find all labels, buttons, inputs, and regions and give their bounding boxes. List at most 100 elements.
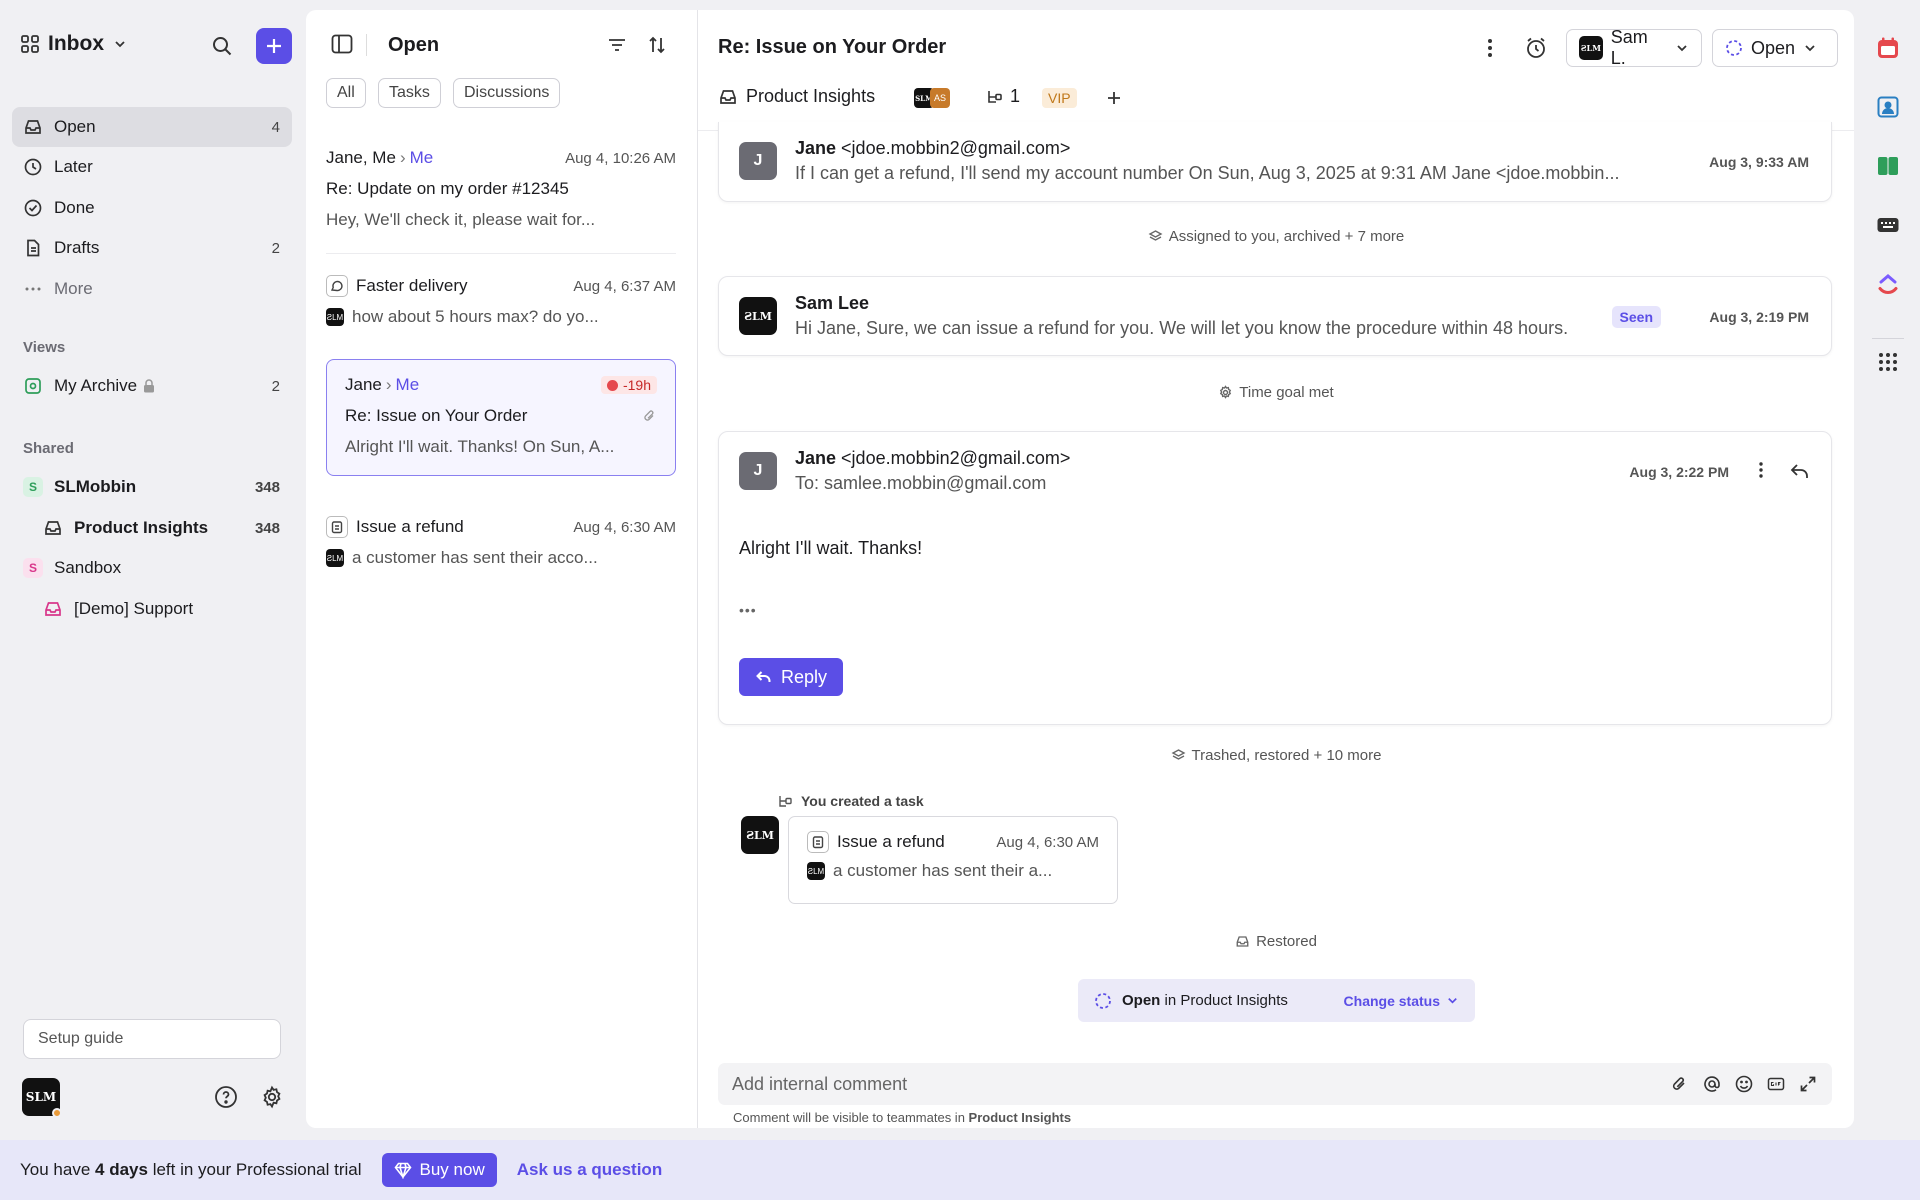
team-inbox-product-insights[interactable]: Product Insights 348 xyxy=(12,508,292,548)
expand-icon[interactable] xyxy=(1798,1074,1818,1094)
participant-avatar: AS xyxy=(930,88,950,108)
vip-tag-label: VIP xyxy=(1042,88,1077,108)
conversation-subject: Re: Update on my order #12345 xyxy=(326,179,569,198)
contacts-app[interactable] xyxy=(1876,95,1900,119)
activity-text: Time goal met xyxy=(1239,384,1334,401)
sender-name: Sam Lee xyxy=(795,293,870,313)
filter-tasks[interactable]: Tasks xyxy=(378,78,441,108)
compose-button[interactable] xyxy=(256,28,292,64)
nav-label: More xyxy=(54,279,93,298)
layers-icon xyxy=(1171,748,1186,763)
team-badge-letter: S xyxy=(23,477,43,497)
sender-avatar: J xyxy=(739,452,777,490)
message-collapsed[interactable]: ƧLM Sam Lee Hi Jane, Sure, we can issue … xyxy=(718,276,1832,356)
filter-discussions[interactable]: Discussions xyxy=(453,78,561,108)
conversation-item[interactable]: Issue a refund Aug 4, 6:30 AM ƧLM a cust… xyxy=(326,515,676,570)
activity-event[interactable]: Trashed, restored + 10 more xyxy=(698,747,1854,764)
workspace-switcher[interactable]: Inbox xyxy=(20,32,128,56)
nav-label: Sandbox xyxy=(54,558,122,577)
nav-open[interactable]: Open 4 xyxy=(12,107,292,147)
more-vertical-icon xyxy=(1478,36,1502,60)
nav-count: 2 xyxy=(271,377,280,395)
sender-line: Jane <jdoe.mobbin2@gmail.com> xyxy=(795,138,1070,159)
toggle-sidebar-button[interactable] xyxy=(330,32,354,56)
task-title: Issue a refund xyxy=(837,832,945,851)
filter-all[interactable]: All xyxy=(326,78,366,108)
conversation-item-selected[interactable]: Jane › Me -19h Re: Issue on Your Order A… xyxy=(326,359,676,476)
more-options-button[interactable] xyxy=(1478,36,1502,60)
gear-icon xyxy=(260,1085,284,1109)
sidebar: Inbox Open 4 Later Done Drafts 2 More Vi… xyxy=(0,0,305,1140)
inbox-icon xyxy=(42,598,64,620)
team-inbox-tag[interactable]: Product Insights xyxy=(718,86,875,107)
help-button[interactable] xyxy=(208,1079,244,1115)
gif-icon[interactable] xyxy=(1766,1074,1786,1094)
notes-app[interactable] xyxy=(1876,154,1900,178)
reply-label: Reply xyxy=(781,666,828,687)
emoji-icon[interactable] xyxy=(1734,1074,1754,1094)
conversation-item[interactable]: Jane, Me › Me Aug 4, 10:26 AM Re: Update… xyxy=(326,146,676,232)
keyboard-shortcuts-app[interactable] xyxy=(1876,213,1900,237)
vip-tag[interactable]: VIP xyxy=(1042,88,1077,108)
chevron-down-icon xyxy=(1675,41,1689,55)
sort-button[interactable] xyxy=(646,34,668,56)
nav-later[interactable]: Later xyxy=(12,147,292,187)
attachment-icon xyxy=(643,409,657,423)
comment-toolbar xyxy=(1670,1074,1818,1094)
conversation-from: Jane, Me xyxy=(326,148,396,167)
team-inbox-demo-support[interactable]: [Demo] Support xyxy=(12,589,292,629)
comment-note-team: Product Insights xyxy=(968,1110,1072,1125)
nav-label: [Demo] Support xyxy=(74,599,194,618)
status-dropdown[interactable]: Open xyxy=(1712,29,1838,67)
sender-name: Jane xyxy=(795,448,837,468)
plus-icon xyxy=(1104,88,1124,108)
participants-stack[interactable]: SLM AS xyxy=(914,88,950,108)
attachment-icon[interactable] xyxy=(1670,1074,1690,1094)
conversation-item[interactable]: Faster delivery Aug 4, 6:37 AM ƧLM how a… xyxy=(326,274,676,329)
change-status-button[interactable]: Change status xyxy=(1344,993,1459,1009)
actor-avatar: ƧLM xyxy=(741,816,779,854)
message-reply-button[interactable] xyxy=(1789,460,1811,482)
chevron-right-icon: › xyxy=(399,148,406,167)
filter-button[interactable] xyxy=(606,34,628,56)
team-slmobbin[interactable]: S SLMobbin 348 xyxy=(12,467,292,507)
message-collapsed[interactable]: J Jane <jdoe.mobbin2@gmail.com> If I can… xyxy=(718,122,1832,202)
task-card[interactable]: Issue a refund Aug 4, 6:30 AM ƧLM a cust… xyxy=(788,816,1118,904)
check-circle-icon xyxy=(22,197,44,219)
view-my-archive[interactable]: My Archive 2 xyxy=(12,366,292,406)
ask-question-link[interactable]: Ask us a question xyxy=(517,1160,662,1180)
add-tag-button[interactable] xyxy=(1104,88,1124,108)
chevron-down-icon xyxy=(112,36,128,52)
sender-name: Jane xyxy=(795,138,837,158)
nav-done[interactable]: Done xyxy=(12,188,292,228)
clickup-app[interactable] xyxy=(1876,272,1900,296)
linked-tasks[interactable]: 1 xyxy=(986,86,1020,107)
activity-event[interactable]: Assigned to you, archived + 7 more xyxy=(698,228,1854,245)
conversation-status-bar: Open in Product Insights Change status xyxy=(1078,979,1475,1022)
team-sandbox[interactable]: S Sandbox xyxy=(12,548,292,588)
show-quoted-button[interactable]: ••• xyxy=(739,602,757,618)
assignee-dropdown[interactable]: ƧLM Sam L. xyxy=(1566,27,1702,68)
nav-label: My Archive xyxy=(54,376,138,395)
plus-icon xyxy=(264,36,284,56)
team-badge: S xyxy=(22,557,44,579)
internal-comment-input[interactable]: Add internal comment xyxy=(718,1063,1832,1105)
snooze-button[interactable] xyxy=(1524,36,1548,60)
app-launcher[interactable] xyxy=(1876,350,1900,374)
settings-button[interactable] xyxy=(254,1079,290,1115)
nav-drafts[interactable]: Drafts 2 xyxy=(12,228,292,268)
mention-icon[interactable] xyxy=(1702,1074,1722,1094)
conversation-preview: a customer has sent their acco... xyxy=(352,548,598,567)
task-link-icon xyxy=(778,794,793,809)
conversation-from: Issue a refund xyxy=(356,517,464,536)
help-icon xyxy=(214,1085,238,1109)
setup-guide-button[interactable]: Setup guide xyxy=(23,1019,281,1059)
nav-more[interactable]: More xyxy=(12,269,292,309)
calendar-app[interactable] xyxy=(1876,36,1900,60)
conversation-preview-text: Hey, We'll check it, please wait for... xyxy=(326,210,596,229)
buy-now-button[interactable]: Buy now xyxy=(381,1153,497,1187)
search-button[interactable] xyxy=(204,28,240,64)
message-menu-button[interactable] xyxy=(1751,460,1771,480)
conversation-time: Aug 4, 6:37 AM xyxy=(573,277,676,295)
reply-button[interactable]: Reply xyxy=(739,658,844,696)
